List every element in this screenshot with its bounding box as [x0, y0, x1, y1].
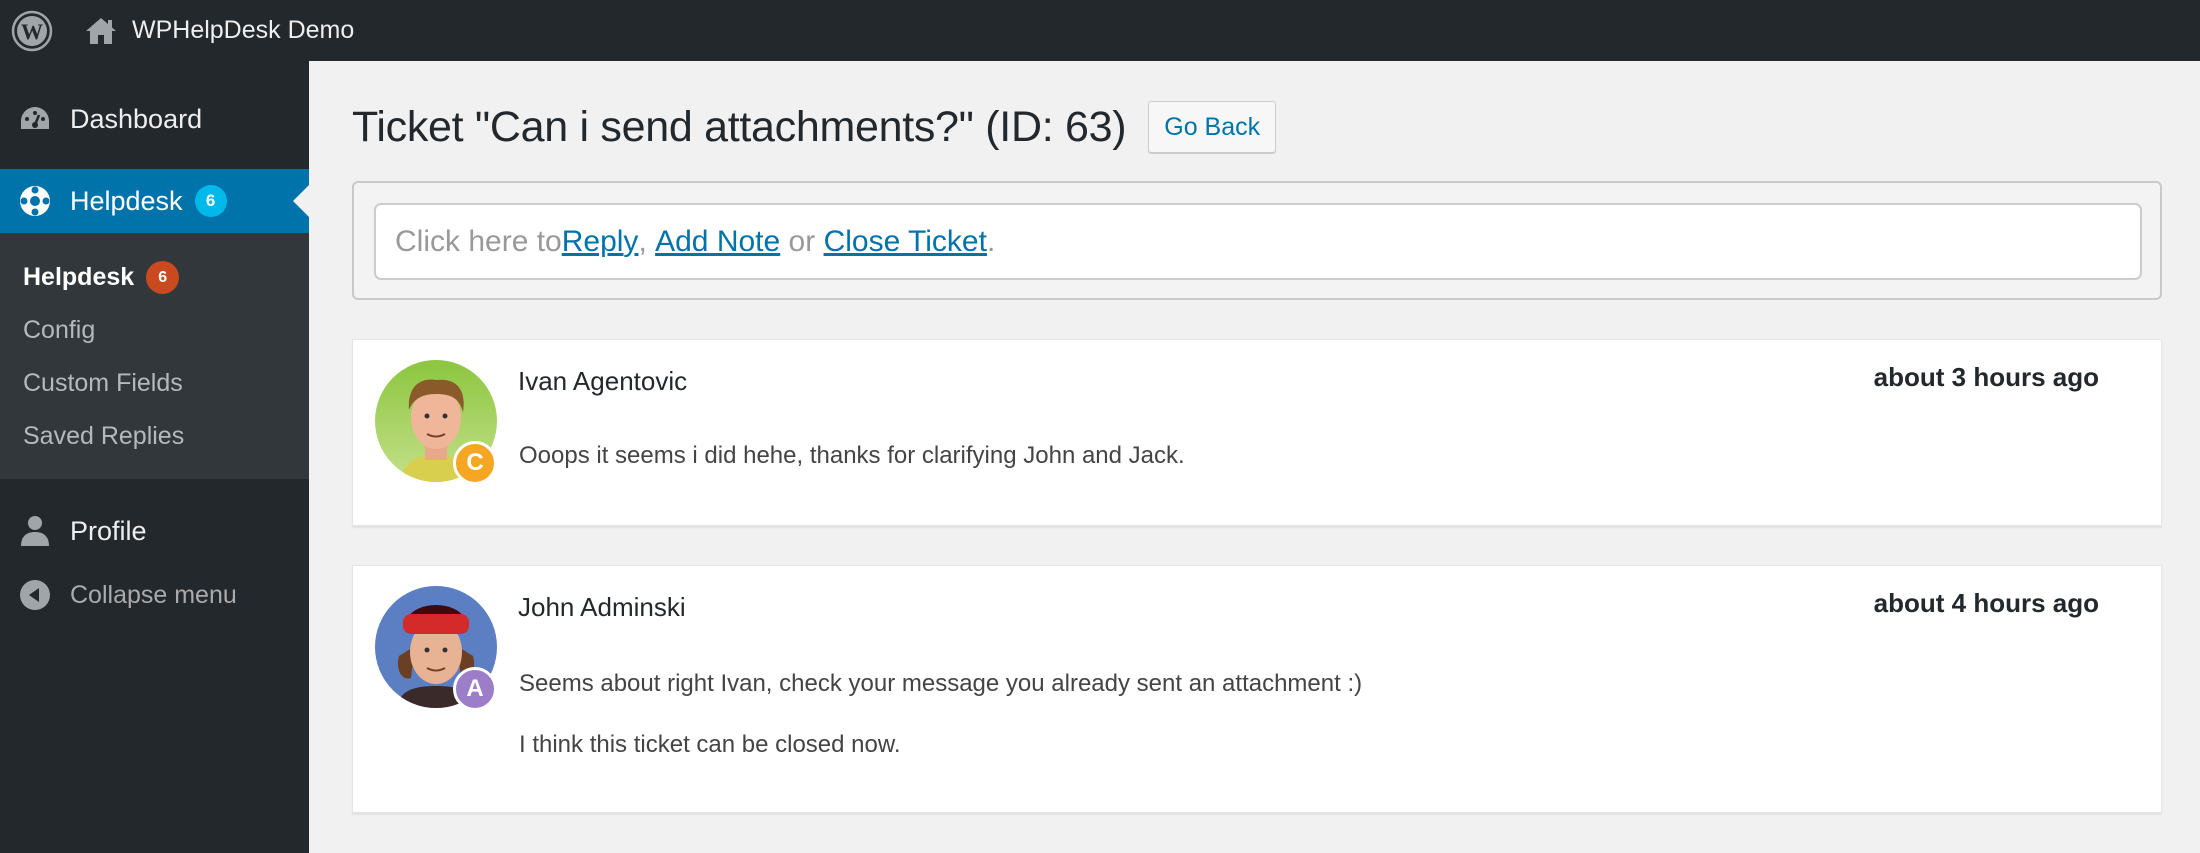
- collapse-menu-label: Collapse menu: [70, 580, 237, 609]
- sidebar-item-label: Profile: [70, 515, 147, 546]
- helpdesk-unread-badge: 6: [146, 261, 180, 294]
- user-icon: [18, 514, 52, 548]
- site-name-link[interactable]: WPHelpDesk Demo: [64, 0, 354, 61]
- collapse-arrow-icon: [18, 578, 52, 612]
- helpdesk-lifebuoy-icon: [18, 184, 52, 218]
- separator-text: ,: [638, 224, 656, 258]
- message-paragraph: I think this ticket can be closed now.: [519, 730, 901, 758]
- submenu-item-label: Config: [23, 316, 96, 344]
- page-header: Ticket "Can i send attachments?" (ID: 63…: [352, 101, 1277, 153]
- customer-role-badge: C: [453, 441, 497, 485]
- submenu-item-label: Custom Fields: [23, 369, 183, 397]
- wordpress-logo-button[interactable]: W: [0, 0, 64, 61]
- submenu-item-custom-fields[interactable]: Custom Fields: [0, 357, 309, 410]
- submenu-item-saved-replies[interactable]: Saved Replies: [0, 410, 309, 463]
- page-title: Ticket "Can i send attachments?" (ID: 63…: [352, 102, 1127, 151]
- message-paragraph: Ooops it seems i did hehe, thanks for cl…: [519, 442, 1185, 469]
- ticket-message: C Ivan Agentovic about 3 hours ago Ooops…: [352, 339, 2162, 526]
- message-timestamp: about 3 hours ago: [1873, 362, 2099, 392]
- reply-prompt[interactable]: Click here to Reply , Add Note or Close …: [374, 203, 2142, 280]
- message-body: Seems about right Ivan, check your messa…: [519, 670, 1362, 792]
- go-back-button[interactable]: Go Back: [1148, 101, 1277, 153]
- sidebar-item-label: Dashboard: [70, 103, 203, 134]
- admin-role-badge: A: [453, 667, 497, 711]
- reply-prompt-prefix: Click here to: [395, 224, 562, 258]
- separator-text: or: [780, 224, 824, 258]
- submenu-item-label: Helpdesk: [23, 263, 135, 291]
- sidebar-item-helpdesk[interactable]: Helpdesk 6: [0, 169, 309, 233]
- ticket-message: A John Adminski about 4 hours ago Seems …: [352, 565, 2162, 813]
- site-title: WPHelpDesk Demo: [132, 16, 355, 44]
- message-body: Ooops it seems i did hehe, thanks for cl…: [519, 442, 1185, 503]
- message-author: John Adminski: [518, 592, 686, 622]
- admin-sidebar: Dashboard Helpdesk 6 Helpdesk 6 Config C…: [0, 61, 309, 853]
- sidebar-item-profile[interactable]: Profile: [0, 499, 309, 563]
- helpdesk-count-badge: 6: [194, 185, 227, 217]
- reply-action-box: Click here to Reply , Add Note or Close …: [352, 181, 2162, 300]
- admin-bar: W WPHelpDesk Demo: [0, 0, 2200, 61]
- message-author: Ivan Agentovic: [518, 366, 688, 396]
- message-timestamp: about 4 hours ago: [1873, 588, 2099, 618]
- sidebar-item-dashboard[interactable]: Dashboard: [0, 87, 309, 151]
- helpdesk-submenu: Helpdesk 6 Config Custom Fields Saved Re…: [0, 233, 309, 479]
- message-paragraph: Seems about right Ivan, check your messa…: [519, 670, 1363, 697]
- close-ticket-link[interactable]: Close Ticket: [824, 225, 987, 259]
- submenu-item-config[interactable]: Config: [0, 304, 309, 357]
- sidebar-item-label: Helpdesk: [70, 185, 183, 216]
- wordpress-icon: W: [11, 10, 53, 51]
- svg-text:W: W: [21, 19, 43, 44]
- home-icon: [86, 17, 116, 44]
- reply-prompt-suffix: .: [986, 224, 996, 258]
- submenu-item-label: Saved Replies: [23, 422, 185, 450]
- main-content: Ticket "Can i send attachments?" (ID: 63…: [309, 61, 2200, 853]
- collapse-menu-button[interactable]: Collapse menu: [0, 563, 309, 627]
- dashboard-icon: [18, 102, 52, 136]
- add-note-link[interactable]: Add Note: [655, 225, 780, 259]
- reply-link[interactable]: Reply: [562, 225, 639, 259]
- submenu-item-helpdesk[interactable]: Helpdesk 6: [0, 251, 309, 304]
